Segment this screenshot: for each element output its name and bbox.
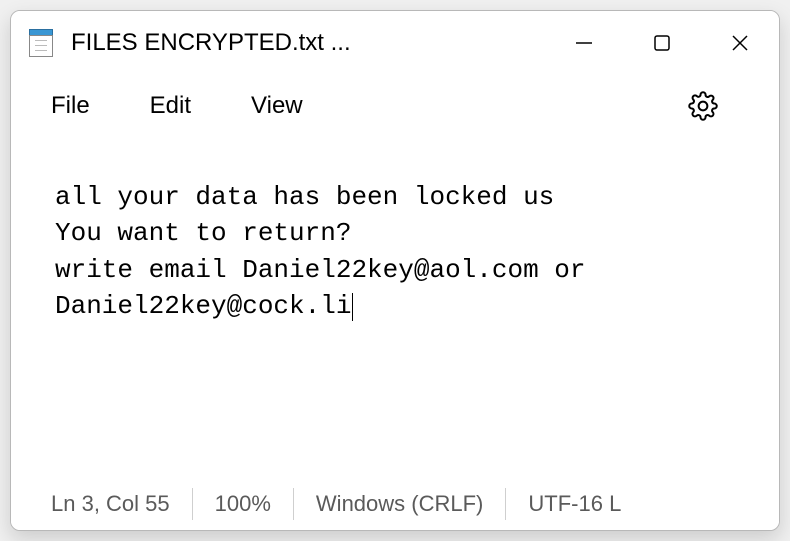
close-button[interactable]	[701, 11, 779, 75]
gear-icon	[688, 91, 718, 121]
status-cursor-position: Ln 3, Col 55	[51, 488, 193, 520]
menu-edit[interactable]: Edit	[150, 92, 191, 120]
text-editor[interactable]: all your data has been locked us You wan…	[11, 137, 779, 478]
statusbar: Ln 3, Col 55 100% Windows (CRLF) UTF-16 …	[11, 478, 779, 530]
editor-line: You want to return?	[55, 218, 351, 248]
status-zoom[interactable]: 100%	[193, 488, 294, 520]
status-line-endings: Windows (CRLF)	[294, 488, 506, 520]
minimize-button[interactable]	[545, 11, 623, 75]
minimize-icon	[574, 33, 594, 53]
menu-file[interactable]: File	[51, 92, 90, 120]
notepad-icon	[27, 29, 55, 57]
text-caret	[352, 293, 353, 321]
settings-button[interactable]	[683, 86, 723, 126]
maximize-button[interactable]	[623, 11, 701, 75]
editor-line: all your data has been locked us	[55, 182, 554, 212]
status-encoding: UTF-16 L	[506, 488, 643, 520]
editor-line: write email Daniel22key@aol.com or	[55, 255, 601, 285]
app-icon-wrap	[11, 29, 71, 57]
editor-line: Daniel22key@cock.li	[55, 291, 351, 321]
menu-view[interactable]: View	[251, 92, 303, 120]
notepad-window: FILES ENCRYPTED.txt ... File Edi	[10, 10, 780, 531]
window-title: FILES ENCRYPTED.txt ...	[71, 29, 545, 57]
titlebar: FILES ENCRYPTED.txt ...	[11, 11, 779, 75]
window-controls	[545, 11, 779, 75]
close-icon	[730, 33, 750, 53]
menubar: File Edit View	[11, 75, 779, 137]
maximize-icon	[653, 34, 671, 52]
